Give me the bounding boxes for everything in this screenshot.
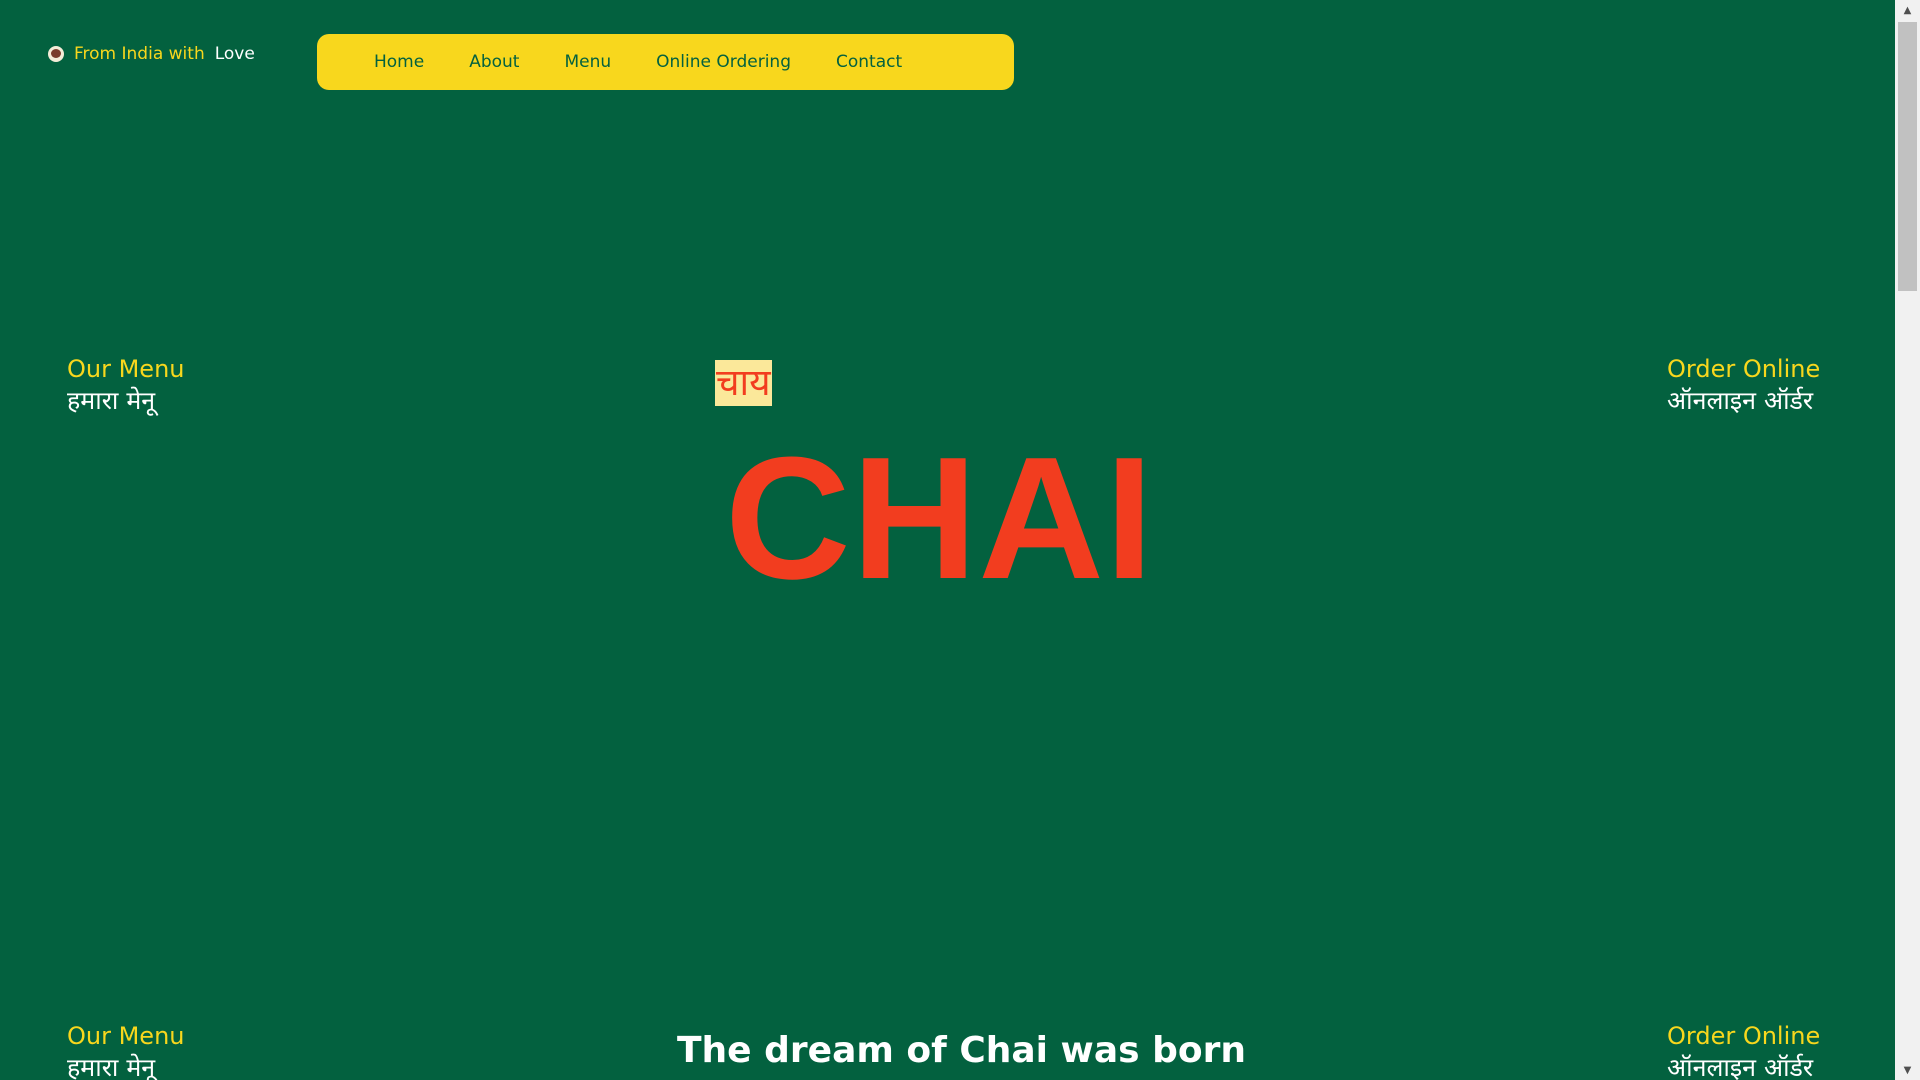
vertical-scrollbar[interactable]: ▲ ▼ <box>1895 0 1920 1080</box>
chai-cup-icon <box>48 46 64 62</box>
order-online-label: Order Online <box>1667 1022 1821 1050</box>
order-online-link[interactable]: Order Online ऑनलाइन ऑर्डर <box>1667 354 1820 416</box>
order-online-label: Order Online <box>1667 355 1821 383</box>
our-menu-link[interactable]: Our Menu हमारा मेनू <box>67 354 185 416</box>
hero-hindi-label: चाय <box>715 360 772 406</box>
hero-title: CHAI <box>725 420 1155 615</box>
our-menu-hindi-label: हमारा मेनू <box>67 386 156 415</box>
our-menu-link-secondary[interactable]: Our Menu हमारा मेनू <box>67 1021 185 1080</box>
section-heading: The dream of Chai was born <box>677 1030 1246 1071</box>
our-menu-label: Our Menu <box>67 1022 185 1050</box>
page: From India with Love Home About Menu Onl… <box>0 0 1895 1080</box>
nav-item-home[interactable]: Home <box>374 52 424 72</box>
logo-text-pre: From India with <box>74 44 205 64</box>
order-online-hindi-label: ऑनलाइन ऑर्डर <box>1667 1053 1814 1080</box>
scrollbar-thumb[interactable] <box>1898 22 1917 291</box>
nav-item-contact[interactable]: Contact <box>836 52 902 72</box>
our-menu-label: Our Menu <box>67 355 185 383</box>
nav-item-about[interactable]: About <box>469 52 519 72</box>
our-menu-hindi-label: हमारा मेनू <box>67 1053 156 1080</box>
scroll-up-arrow-icon[interactable]: ▲ <box>1895 0 1920 20</box>
order-online-link-secondary[interactable]: Order Online ऑनलाइन ऑर्डर <box>1667 1021 1820 1080</box>
logo-text-post: Love <box>214 44 255 64</box>
scroll-down-arrow-icon[interactable]: ▼ <box>1895 1060 1920 1080</box>
main-nav: Home About Menu Online Ordering Contact <box>317 34 1014 90</box>
nav-item-menu[interactable]: Menu <box>564 52 611 72</box>
logo[interactable]: From India with Love <box>48 44 255 64</box>
nav-item-online-ordering[interactable]: Online Ordering <box>656 52 791 72</box>
order-online-hindi-label: ऑनलाइन ऑर्डर <box>1667 386 1814 415</box>
